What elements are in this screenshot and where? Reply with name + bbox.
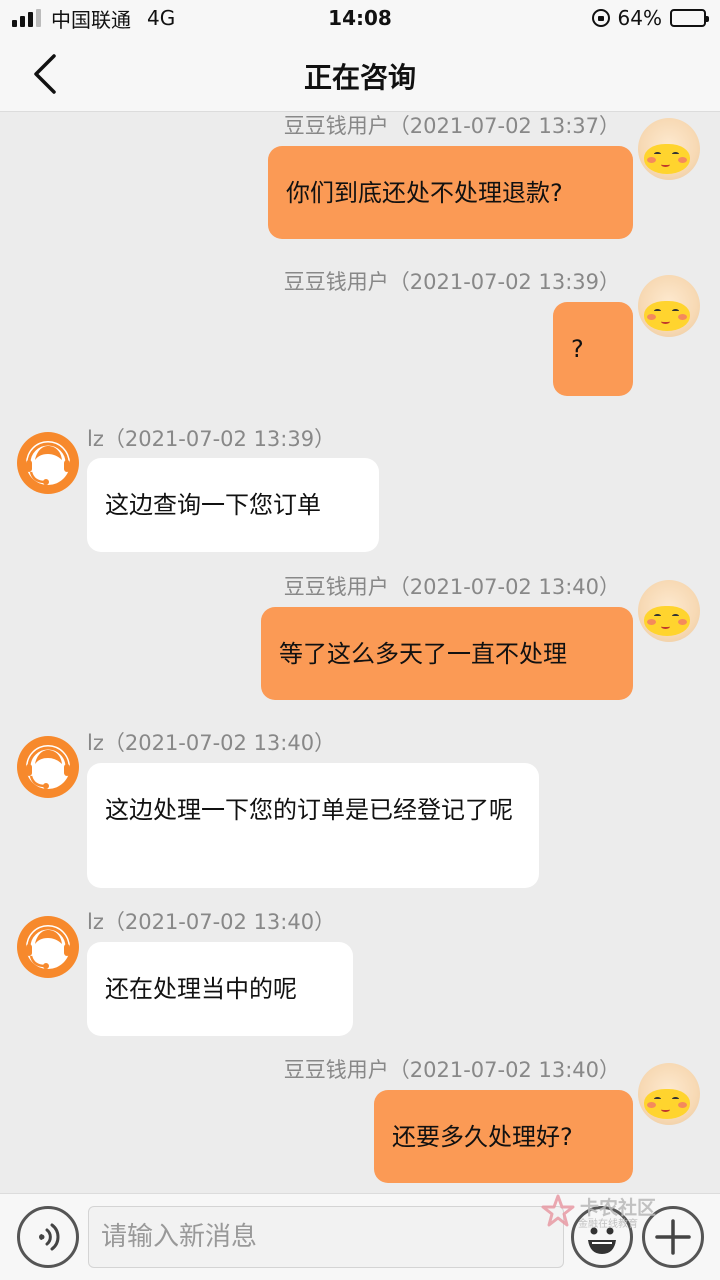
headset-agent-icon <box>26 441 70 485</box>
watermark-logo-icon <box>541 1194 575 1227</box>
user-avatar[interactable] <box>638 580 700 642</box>
chat-list[interactable]: 豆豆钱用户（2021-07-02 13:37） 你们到底还处不处理退款? 豆豆钱… <box>0 113 720 1193</box>
message-meta: 豆豆钱用户（2021-07-02 13:40） <box>283 575 620 599</box>
message-bubble[interactable]: 等了这么多天了一直不处理 <box>261 607 633 700</box>
nav-bar: 正在咨询 <box>0 36 720 112</box>
rotation-lock-icon <box>591 9 610 27</box>
message-meta: lz（2021-07-02 13:39） <box>87 427 336 451</box>
message-meta: 豆豆钱用户（2021-07-02 13:37） <box>283 114 620 138</box>
message-text: 这边处理一下您的订单是已经登记了呢 <box>105 796 513 824</box>
watermark-subtitle: 金融在线教育 <box>578 1219 638 1230</box>
message-meta: lz（2021-07-02 13:40） <box>87 910 336 934</box>
user-avatar[interactable] <box>638 1063 700 1125</box>
headset-agent-icon <box>26 745 70 789</box>
voice-icon <box>39 1223 60 1251</box>
message-bubble[interactable]: 这边处理一下您的订单是已经登记了呢 <box>87 763 539 888</box>
page-title: 正在咨询 <box>303 61 416 94</box>
message-bubble[interactable]: ? <box>553 302 633 396</box>
agent-avatar[interactable] <box>17 432 79 494</box>
user-avatar[interactable] <box>638 275 700 337</box>
status-right: 64% <box>591 6 709 30</box>
message-meta: 豆豆钱用户（2021-07-02 13:39） <box>283 270 620 294</box>
agent-avatar[interactable] <box>17 736 79 798</box>
headset-agent-icon <box>26 925 70 969</box>
message-bubble[interactable]: 这边查询一下您订单 <box>87 458 379 552</box>
voice-button[interactable] <box>17 1206 79 1268</box>
battery-icon <box>670 9 709 27</box>
agent-avatar[interactable] <box>17 916 79 978</box>
message-bubble[interactable]: 你们到底还处不处理退款? <box>268 146 633 239</box>
message-meta: 豆豆钱用户（2021-07-02 13:40） <box>283 1058 620 1082</box>
user-avatar[interactable] <box>638 118 700 180</box>
message-meta: lz（2021-07-02 13:40） <box>87 731 336 755</box>
watermark: 卡农社区 金融在线教育 <box>540 1193 664 1231</box>
battery-percent: 64% <box>617 6 662 30</box>
message-input[interactable] <box>88 1206 564 1268</box>
message-bubble[interactable]: 还在处理当中的呢 <box>87 942 353 1036</box>
status-bar: 中国联通 4G 14:08 64% <box>0 0 720 36</box>
message-bubble[interactable]: 还要多久处理好? <box>374 1090 633 1183</box>
